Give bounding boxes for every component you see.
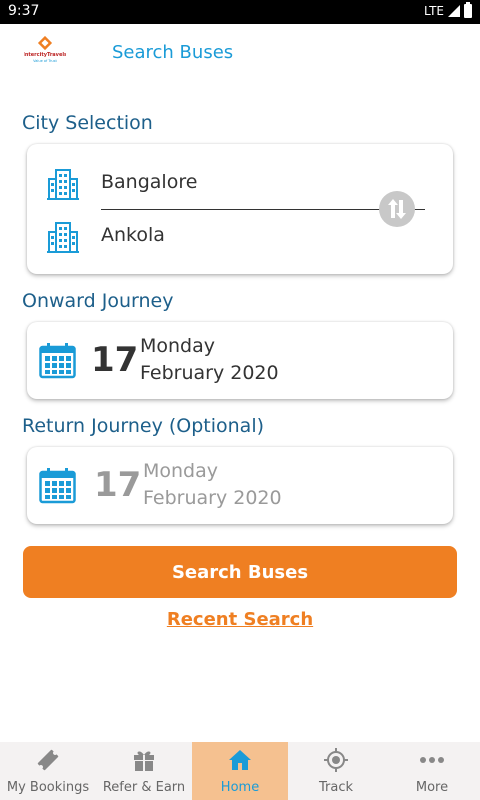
network-label: LTE <box>424 4 444 18</box>
page-title: Search Buses <box>112 42 234 63</box>
onward-month-year: February 2020 <box>140 362 279 384</box>
return-date-card[interactable]: 17 Monday February 2020 <box>27 447 453 524</box>
status-bar: 9:37 LTE <box>0 0 480 24</box>
gift-icon <box>134 751 154 771</box>
nav-label: Refer & Earn <box>102 780 186 795</box>
onward-day: 17 <box>91 340 139 380</box>
status-time: 9:37 <box>8 3 40 19</box>
ticket-icon <box>37 749 59 771</box>
more-dots-icon <box>420 757 444 763</box>
home-icon <box>229 750 251 770</box>
nav-track[interactable]: Track <box>288 742 384 800</box>
city-selection-card: Bangalore Ankola <box>27 144 453 274</box>
svg-text:IntercityTravels: IntercityTravels <box>24 52 66 58</box>
nav-label: My Bookings <box>6 780 90 795</box>
to-city-name: Ankola <box>101 224 165 246</box>
nav-refer-earn[interactable]: Refer & Earn <box>96 742 192 800</box>
nav-my-bookings[interactable]: My Bookings <box>0 742 96 800</box>
nav-more[interactable]: More <box>384 742 480 800</box>
nav-home[interactable]: Home <box>192 742 288 800</box>
nav-label: Track <box>318 780 354 795</box>
city-divider <box>101 209 425 210</box>
company-logo: IntercityTravels Value of Trust <box>24 36 66 63</box>
recent-search-link[interactable]: Recent Search <box>0 609 480 630</box>
search-buses-button[interactable]: Search Buses <box>23 546 457 598</box>
bottom-navigation: My Bookings Refer & Earn Home Track More <box>0 742 480 800</box>
return-month-year: February 2020 <box>143 487 282 509</box>
building-icon <box>47 222 79 253</box>
app-header: IntercityTravels Value of Trust Search B… <box>0 24 480 82</box>
onward-weekday: Monday <box>140 335 216 357</box>
target-icon <box>324 748 348 772</box>
onward-journey-label: Onward Journey <box>22 290 174 312</box>
svg-text:Value of Trust: Value of Trust <box>33 59 57 63</box>
return-journey-label: Return Journey (Optional) <box>22 415 265 437</box>
nav-label: Home <box>220 780 260 795</box>
nav-label: More <box>415 780 449 795</box>
signal-icon <box>448 5 460 17</box>
building-icon <box>47 169 79 200</box>
city-selection-label: City Selection <box>22 112 153 134</box>
calendar-icon <box>39 468 76 504</box>
calendar-icon <box>39 343 76 379</box>
to-city-field[interactable]: Ankola <box>27 216 453 256</box>
return-day: 17 <box>94 465 142 505</box>
battery-icon <box>464 2 472 18</box>
onward-date-card[interactable]: 17 Monday February 2020 <box>27 322 453 399</box>
status-icons: LTE <box>424 2 472 18</box>
return-weekday: Monday <box>143 460 219 482</box>
from-city-name: Bangalore <box>101 171 198 193</box>
